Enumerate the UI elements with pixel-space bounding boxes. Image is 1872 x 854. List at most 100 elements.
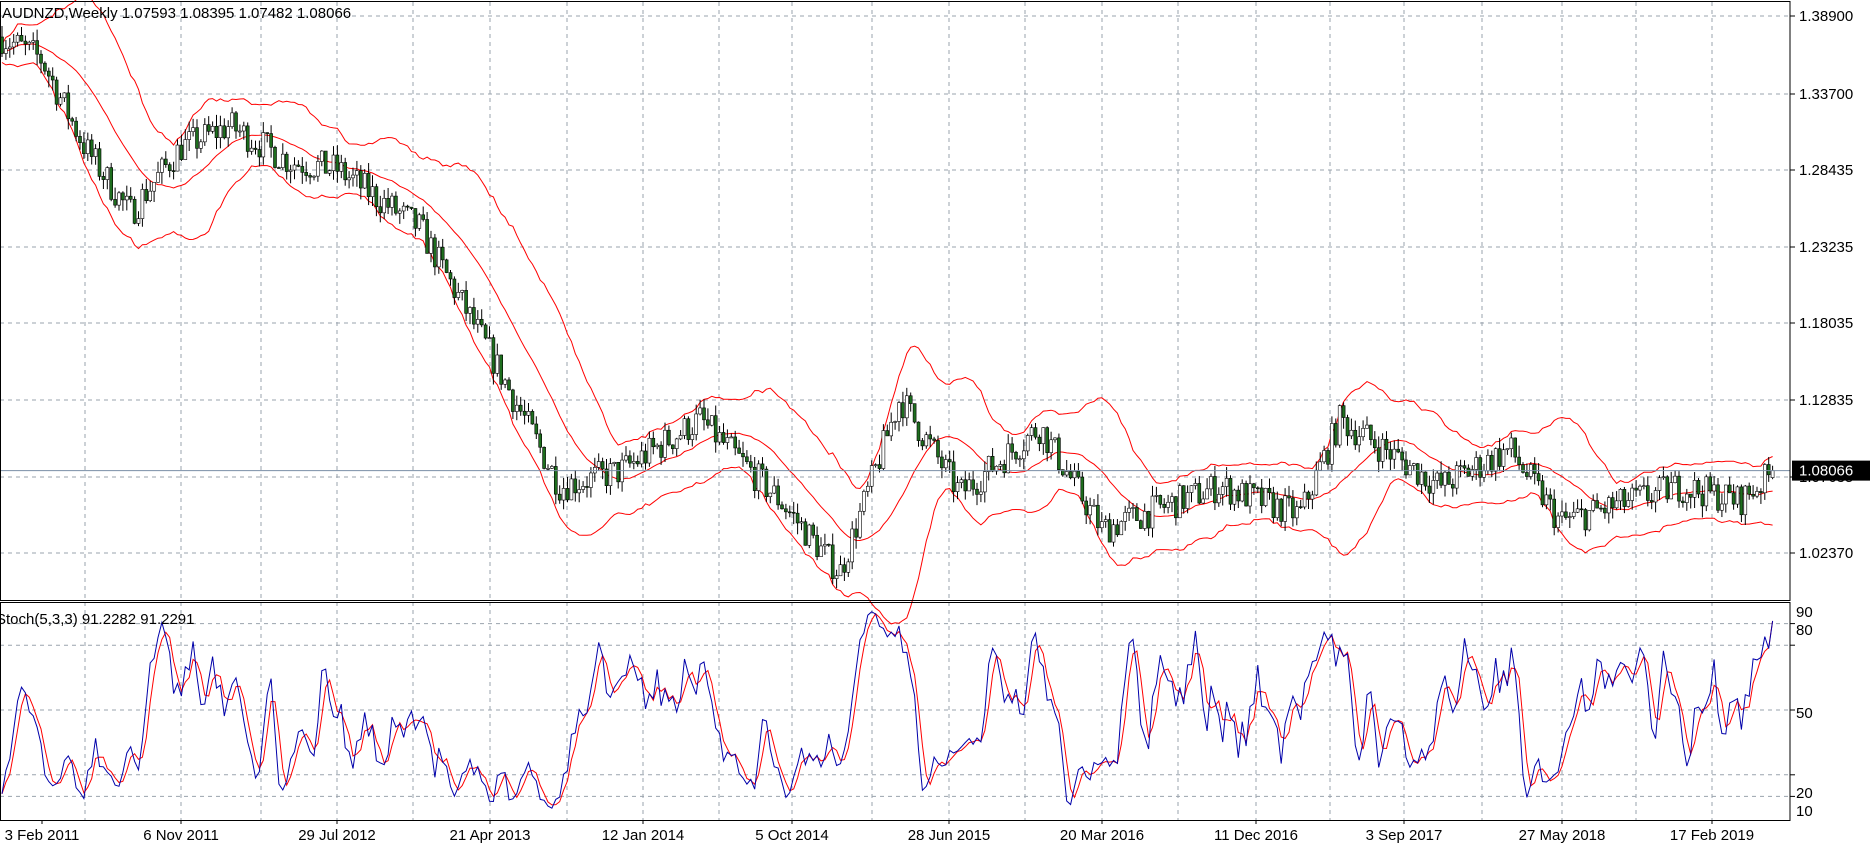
candle-body [452, 278, 457, 298]
candle-body [577, 489, 582, 494]
candle-body [261, 132, 266, 158]
candle-body [1295, 506, 1299, 519]
candle-body [1685, 493, 1689, 503]
candle-body [908, 395, 913, 404]
candle-body [862, 491, 866, 512]
candle-body [1759, 491, 1763, 494]
stoch-tick-label: 10 [1796, 803, 1813, 820]
candle-body [1103, 519, 1108, 522]
candle-body [674, 438, 679, 449]
candle-body [756, 463, 761, 491]
candle-body [1314, 469, 1319, 496]
candle-body [54, 79, 59, 105]
candle-body [11, 41, 16, 48]
price-axis[interactable]: 1.38900 1.33700 1.28435 1.23235 1.18035 1.128… [1790, 8, 1870, 562]
price-pane-frame [0, 1, 1791, 601]
candle-body [195, 127, 199, 149]
candle-body [850, 528, 855, 563]
time-tick-label: 29 Jul 2012 [298, 827, 376, 844]
candle-body [1552, 498, 1556, 528]
candle-body [1513, 437, 1517, 458]
candle-body [557, 493, 562, 501]
candle-body [1708, 476, 1712, 492]
candle-body [1497, 448, 1502, 467]
candle-body [1166, 501, 1170, 508]
candle-body [1092, 504, 1096, 507]
candle-body [1618, 489, 1623, 502]
candle-body [210, 125, 215, 132]
candle-body [355, 170, 359, 176]
candle-body [495, 354, 500, 374]
candle-body [456, 292, 461, 298]
candle-body [491, 337, 496, 374]
candle-body [787, 511, 792, 514]
candle-body [1373, 439, 1377, 449]
candle-body [397, 210, 402, 214]
candle-body [659, 444, 663, 458]
candle-body [1642, 485, 1646, 487]
candle-body [105, 167, 110, 180]
candle-body [499, 354, 504, 385]
candle-body [1302, 491, 1307, 508]
candle-body [203, 124, 207, 143]
candle-body [1661, 476, 1666, 479]
candle-body [986, 456, 991, 472]
candle-body [4, 48, 8, 54]
candle-body [331, 154, 336, 171]
candle-body [206, 124, 211, 132]
candle-body [245, 125, 250, 152]
candle-body [1536, 473, 1541, 482]
time-tick-label: 27 May 2018 [1519, 827, 1606, 844]
candle-body [951, 461, 956, 492]
candle-body [507, 379, 511, 391]
candle-body [358, 170, 363, 189]
candle-body [534, 423, 539, 435]
bollinger-lower [1, 62, 1773, 625]
candle-body [877, 464, 882, 469]
candle-body [1673, 475, 1677, 484]
candle-body [589, 472, 593, 488]
candle-body [823, 543, 827, 547]
candle-body [1392, 448, 1397, 460]
candle-body [156, 172, 160, 183]
candle-body [1560, 511, 1564, 517]
candle-body [706, 419, 710, 426]
candle-body [468, 307, 472, 314]
candle-body [1595, 500, 1599, 509]
chart-frame [0, 1, 1791, 821]
candle-body [1341, 405, 1346, 418]
candle-body [982, 471, 987, 493]
candle-body [1380, 438, 1385, 462]
candle-body [1252, 483, 1256, 489]
candle-body [713, 415, 718, 443]
candle-body [300, 166, 305, 173]
candle-body [1607, 497, 1611, 514]
candle-body [834, 575, 839, 579]
candle-body [1599, 507, 1603, 510]
candle-body [546, 468, 550, 470]
candle-body [1454, 465, 1459, 489]
candle-body [1478, 457, 1482, 478]
candle-body [74, 120, 78, 137]
candle-body [234, 112, 238, 132]
time-tick-label: 17 Feb 2019 [1670, 827, 1754, 844]
candle-body [308, 175, 312, 178]
candle-body [1178, 485, 1182, 519]
candle-body [1076, 470, 1081, 478]
candle-body [370, 186, 375, 198]
candle-body [1279, 498, 1283, 522]
candle-body [678, 435, 683, 440]
candle-body [1111, 524, 1116, 543]
candle-body [686, 418, 691, 440]
time-tick-label: 12 Jan 2014 [602, 827, 685, 844]
candle-body [1447, 471, 1451, 485]
time-axis[interactable]: 3 Feb 2011 6 Nov 2011 29 Jul 2012 21 Apr 20… [5, 820, 1755, 844]
candle-body [698, 407, 702, 415]
candle-body [191, 127, 195, 132]
candle-body [893, 421, 897, 423]
candle-body [1010, 443, 1014, 453]
candle-body [795, 512, 800, 524]
bollinger-upper [1, 0, 1773, 490]
candle-body [1135, 507, 1139, 521]
candle-body [530, 411, 535, 425]
